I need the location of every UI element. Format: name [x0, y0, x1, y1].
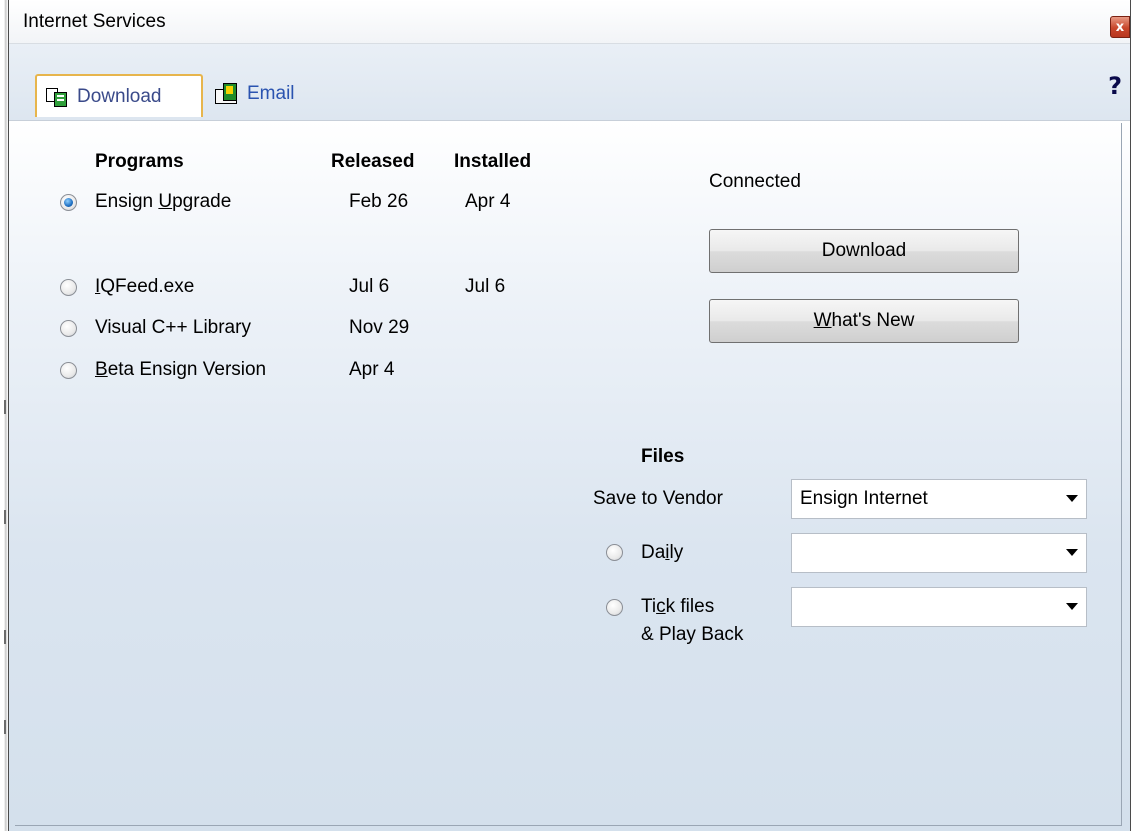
- edge-mark: [4, 630, 6, 644]
- close-button[interactable]: x: [1110, 16, 1130, 38]
- program-beta-ensign-label: Beta Ensign Version: [95, 359, 267, 380]
- released-visual-cpp: Nov 29: [349, 317, 410, 338]
- tab-download-label: Download: [77, 85, 162, 107]
- download-tab-icon: [45, 86, 69, 108]
- radio-ensign-upgrade[interactable]: [60, 194, 77, 211]
- tick-files-label: Tick files: [641, 596, 715, 617]
- background-window-edge: [0, 0, 8, 831]
- email-tab-icon: [215, 83, 239, 105]
- programs-header: Programs: [95, 151, 184, 172]
- radio-beta-ensign[interactable]: [60, 362, 77, 379]
- dropdown-arrow-icon[interactable]: [1066, 549, 1078, 556]
- window-title: Internet Services: [23, 11, 166, 32]
- connection-status: Connected: [709, 171, 801, 192]
- installed-header: Installed: [454, 151, 532, 172]
- edge-mark: [4, 720, 6, 734]
- dropdown-arrow-icon[interactable]: [1066, 495, 1078, 502]
- tab-bar: Download Email ?: [9, 44, 1130, 120]
- tick-files-select[interactable]: [791, 587, 1087, 627]
- tab-email-label: Email: [247, 83, 295, 104]
- radio-visual-cpp[interactable]: [60, 320, 77, 337]
- installed-iqfeed: Jul 6: [465, 276, 506, 297]
- radio-daily[interactable]: [606, 544, 623, 561]
- radio-iqfeed[interactable]: [60, 279, 77, 296]
- close-icon: x: [1115, 19, 1125, 35]
- vendor-select[interactable]: Ensign Internet: [791, 479, 1087, 519]
- radio-tick-files[interactable]: [606, 599, 623, 616]
- tab-email[interactable]: Email: [207, 74, 327, 114]
- released-beta-ensign: Apr 4: [349, 359, 395, 380]
- program-visual-cpp-label: Visual C++ Library: [95, 317, 251, 338]
- program-iqfeed-label: IQFeed.exe: [95, 276, 195, 297]
- play-back-label: & Play Back: [641, 624, 744, 645]
- edge-mark: [4, 510, 6, 524]
- files-header: Files: [641, 446, 685, 467]
- edge-mark: [4, 400, 6, 414]
- internet-services-window: Internet Services x Download Email ? Pro…: [8, 0, 1131, 831]
- released-header: Released: [331, 151, 415, 172]
- title-bar[interactable]: Internet Services x: [9, 0, 1130, 44]
- save-to-vendor-label: Save to Vendor: [593, 488, 723, 509]
- released-iqfeed: Jul 6: [349, 276, 390, 297]
- daily-label: Daily: [641, 542, 684, 563]
- installed-ensign-upgrade: Apr 4: [465, 191, 511, 212]
- tab-download[interactable]: Download: [35, 74, 203, 117]
- whats-new-button[interactable]: What's New: [709, 299, 1019, 343]
- program-ensign-upgrade-label: Ensign Upgrade: [95, 191, 232, 212]
- help-icon[interactable]: ?: [1108, 72, 1122, 100]
- download-panel: Programs Released Installed Ensign Upgra…: [9, 120, 1130, 831]
- daily-select[interactable]: [791, 533, 1087, 573]
- released-ensign-upgrade: Feb 26: [349, 191, 409, 212]
- download-button[interactable]: Download: [709, 229, 1019, 273]
- dropdown-arrow-icon[interactable]: [1066, 603, 1078, 610]
